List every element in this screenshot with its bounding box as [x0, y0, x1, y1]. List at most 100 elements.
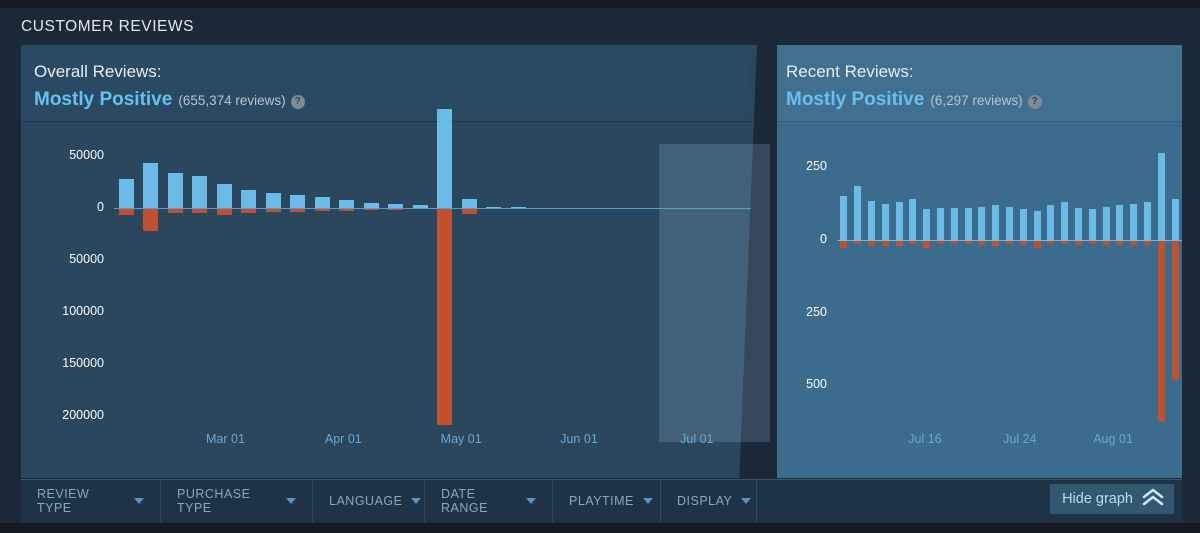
- positive-bar[interactable]: [265, 192, 281, 209]
- positive-bar[interactable]: [895, 202, 903, 240]
- x-axis-tick-label: May 01: [440, 432, 482, 446]
- positive-bar[interactable]: [1075, 208, 1082, 240]
- filter-display-button[interactable]: Display: [661, 480, 757, 522]
- x-axis-tick-label: Apr 01: [324, 432, 362, 446]
- positive-bar[interactable]: [461, 199, 477, 209]
- overall-reviews-summary: Overall Reviews: Mostly Positive (655,37…: [34, 63, 305, 110]
- negative-bar[interactable]: [1033, 240, 1041, 248]
- y-axis-tick-label: 200000: [62, 408, 104, 423]
- y-axis-tick-label: 0: [820, 232, 827, 246]
- positive-bar[interactable]: [1130, 203, 1138, 240]
- positive-bar[interactable]: [143, 162, 159, 209]
- negative-bar[interactable]: [1171, 240, 1179, 380]
- negative-bar[interactable]: [923, 240, 931, 248]
- recent-reviews-label: Recent Reviews:: [786, 62, 914, 81]
- positive-bar[interactable]: [1116, 205, 1124, 240]
- overall-reviews-label: Overall Reviews:: [34, 62, 162, 81]
- positive-bar[interactable]: [950, 208, 958, 240]
- y-axis-tick-label: 150000: [62, 356, 104, 371]
- positive-bar[interactable]: [314, 197, 330, 209]
- review-filter-bar: Review Type Purchase Type Language Date Ran…: [21, 479, 1182, 522]
- filter-label: Language: [329, 494, 403, 508]
- double-chevron-up-icon: [1142, 488, 1164, 511]
- x-axis-tick-label: Jul 01: [680, 432, 714, 446]
- positive-bar[interactable]: [437, 108, 453, 209]
- x-axis-tick-label: Aug 01: [1093, 432, 1133, 446]
- x-axis-tick-label: Jun 01: [560, 432, 598, 446]
- positive-bar[interactable]: [290, 194, 306, 209]
- top-divider: [0, 0, 1200, 8]
- chevron-down-icon: [286, 498, 296, 504]
- chevron-down-icon: [642, 498, 653, 504]
- chevron-down-icon: [411, 498, 422, 504]
- x-axis-tick-label: Jul 24: [1003, 432, 1037, 446]
- filter-label: Date Range: [441, 487, 488, 515]
- recent-reviews-verdict: Mostly Positive: [786, 89, 925, 110]
- filter-review-type-button[interactable]: Review Type: [21, 480, 161, 522]
- negative-bar[interactable]: [1157, 240, 1165, 422]
- positive-bar[interactable]: [1006, 206, 1013, 240]
- positive-bar[interactable]: [964, 208, 972, 240]
- positive-bar[interactable]: [216, 183, 232, 209]
- hide-graph-button[interactable]: Hide graph: [1050, 484, 1174, 514]
- positive-bar[interactable]: [1047, 205, 1055, 240]
- overall-reviews-chart[interactable]: 50000 0 50000 100000 150000 200000 Mar 01 Apr 0…: [21, 108, 835, 479]
- date-range-selection[interactable]: [658, 144, 771, 442]
- filter-playtime-button[interactable]: Playtime: [553, 480, 661, 522]
- x-axis-tick-label: Jul 16: [908, 432, 942, 446]
- positive-bar[interactable]: [881, 203, 889, 240]
- filter-label: Playtime: [569, 494, 634, 508]
- positive-bar[interactable]: [840, 196, 848, 240]
- positive-bar[interactable]: [1019, 209, 1027, 240]
- positive-bar[interactable]: [992, 205, 1000, 240]
- positive-bar[interactable]: [1171, 199, 1179, 240]
- filter-language-button[interactable]: Language: [313, 480, 425, 522]
- filter-purchase-type-button[interactable]: Purchase Type: [161, 480, 313, 522]
- positive-bar[interactable]: [1033, 210, 1041, 240]
- y-axis-tick-label: 100000: [62, 304, 104, 319]
- negative-bar[interactable]: [437, 208, 453, 425]
- recent-reviews-summary: Recent Reviews: Mostly Positive (6,297 r…: [786, 63, 1042, 110]
- zero-axis-line: [837, 240, 1182, 241]
- positive-bar[interactable]: [241, 189, 257, 209]
- chevron-down-icon: [526, 498, 536, 504]
- filter-label: Review Type: [37, 487, 90, 515]
- negative-bar[interactable]: [143, 208, 159, 232]
- positive-bar[interactable]: [1061, 202, 1069, 240]
- filter-label: Purchase Type: [177, 487, 251, 515]
- recent-reviews-chart[interactable]: 250 0 250 500 Jul 16 Jul 24 Aug 01: [777, 122, 1182, 479]
- positive-bar[interactable]: [192, 176, 208, 209]
- positive-bar[interactable]: [868, 200, 875, 240]
- positive-bar[interactable]: [937, 208, 944, 240]
- y-axis-tick-label: 50000: [69, 148, 104, 163]
- positive-bar[interactable]: [909, 199, 917, 240]
- help-icon[interactable]: ?: [1027, 95, 1042, 109]
- positive-bar[interactable]: [1144, 202, 1151, 240]
- negative-bar[interactable]: [840, 240, 848, 249]
- positive-bar[interactable]: [118, 179, 134, 209]
- y-axis-tick-label: 0: [97, 200, 104, 215]
- page-title: Customer Reviews: [21, 18, 195, 35]
- positive-bar[interactable]: [1088, 209, 1096, 240]
- filter-label: Display: [677, 494, 733, 508]
- hide-graph-label: Hide graph: [1062, 491, 1133, 507]
- chevron-down-icon: [741, 498, 752, 504]
- filter-date-range-button[interactable]: Date Range: [425, 480, 553, 522]
- y-axis-tick-label: 500: [806, 377, 827, 392]
- positive-bar[interactable]: [1157, 152, 1165, 240]
- y-axis-tick-label: 250: [806, 159, 827, 174]
- bottom-divider: [0, 523, 1200, 533]
- chevron-down-icon: [134, 498, 144, 504]
- recent-reviews-count: (6,297 reviews): [930, 93, 1023, 108]
- positive-bar[interactable]: [167, 173, 183, 209]
- help-icon[interactable]: ?: [290, 95, 305, 109]
- positive-bar[interactable]: [1102, 206, 1110, 240]
- y-axis-tick-label: 50000: [69, 252, 104, 267]
- positive-bar[interactable]: [978, 206, 986, 240]
- positive-bar[interactable]: [854, 186, 862, 240]
- y-axis-tick-label: 250: [806, 304, 827, 319]
- x-axis-tick-label: Mar 01: [206, 432, 245, 446]
- positive-bar[interactable]: [339, 200, 355, 209]
- overall-reviews-count: (655,374 reviews): [178, 93, 286, 108]
- positive-bar[interactable]: [923, 209, 931, 240]
